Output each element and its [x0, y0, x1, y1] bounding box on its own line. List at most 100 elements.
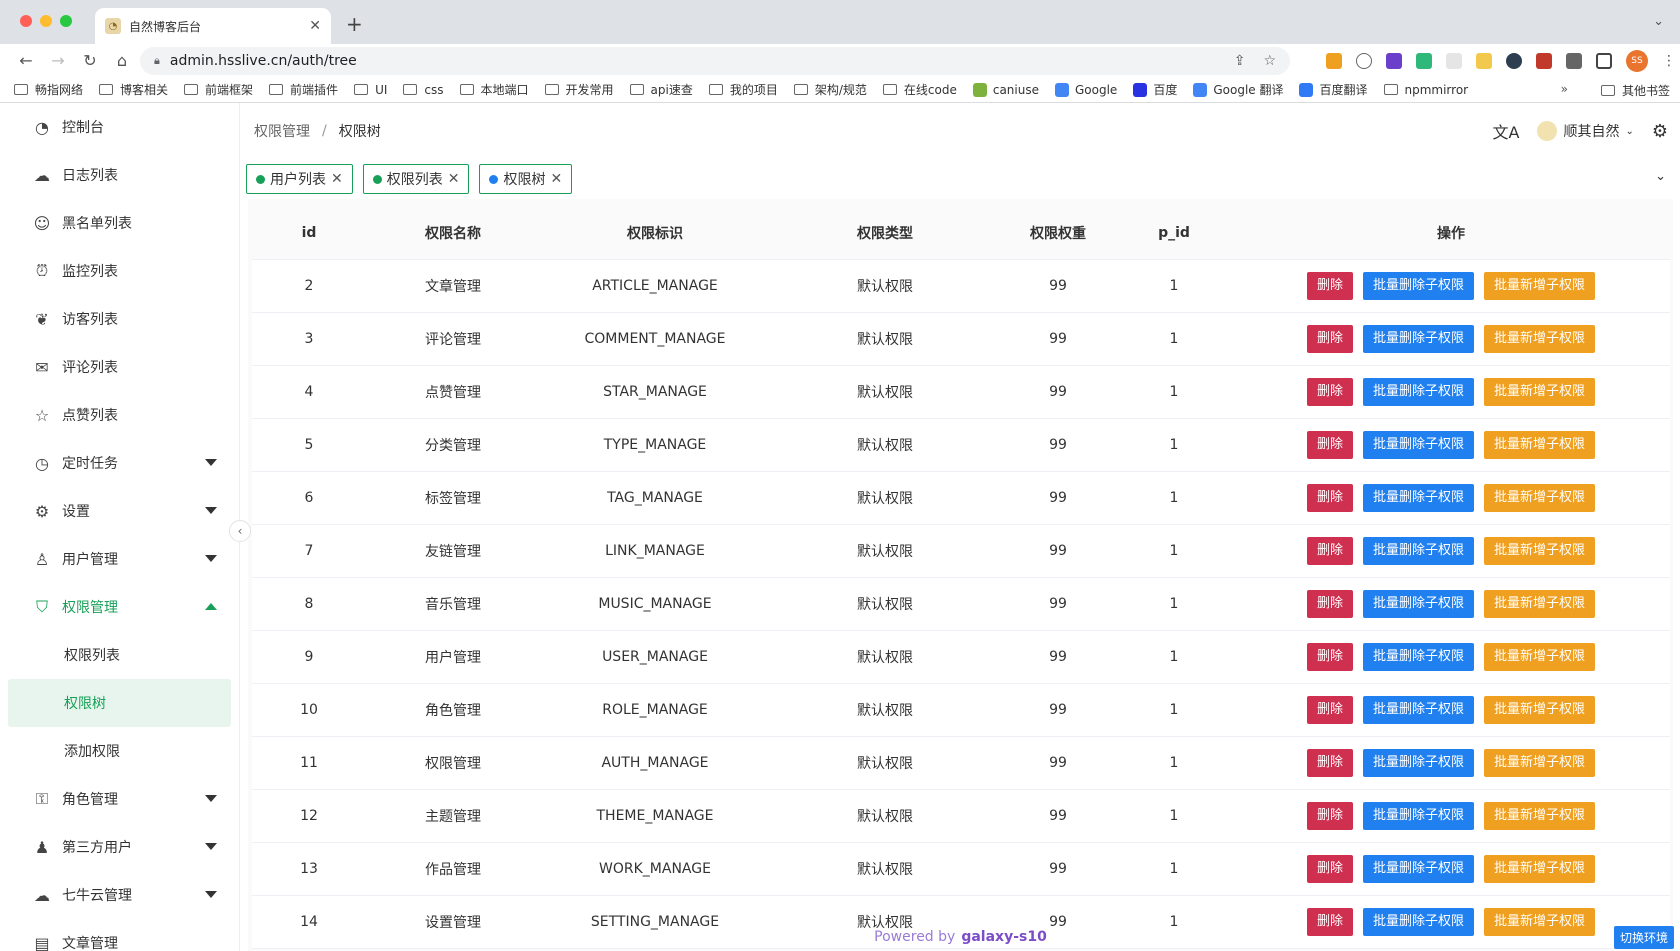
bookmark-item[interactable]: UI [354, 83, 387, 97]
bookmark-item[interactable]: 在线code [882, 81, 957, 98]
user-avatar[interactable] [1537, 121, 1558, 141]
bookmark-item[interactable]: api速查 [629, 81, 693, 98]
batch-delete-children-button[interactable]: 批量删除子权限 [1362, 642, 1474, 671]
chevron-down-icon[interactable]: ⌄ [1625, 126, 1633, 137]
bookmark-item[interactable]: 百度翻译 [1299, 81, 1368, 98]
sidebar-item[interactable]: ⚙ 设置 [0, 487, 239, 535]
batch-delete-children-button[interactable]: 批量删除子权限 [1362, 854, 1474, 883]
tag-item[interactable]: 权限树 ✕ [479, 164, 573, 194]
batch-delete-children-button[interactable]: 批量删除子权限 [1362, 748, 1474, 777]
forward-icon[interactable]: → [42, 51, 74, 70]
delete-button[interactable]: 删除 [1306, 430, 1353, 459]
tags-dropdown-icon[interactable]: ⌄ [1655, 169, 1666, 184]
sidebar-item[interactable]: ◔ 控制台 [0, 103, 239, 151]
batch-add-children-button[interactable]: 批量新增子权限 [1484, 589, 1596, 618]
batch-add-children-button[interactable]: 批量新增子权限 [1484, 801, 1596, 830]
bookmark-label[interactable]: css [424, 83, 443, 97]
url-text[interactable]: admin.hsslive.cn/auth/tree [170, 53, 357, 69]
batch-delete-children-button[interactable]: 批量删除子权限 [1362, 377, 1474, 406]
puzzle-icon[interactable] [1566, 53, 1582, 69]
user-menu[interactable]: 顺其自然 ⌄ [1537, 121, 1634, 141]
delete-button[interactable]: 删除 [1306, 589, 1353, 618]
bookmark-label[interactable]: 畅指网络 [35, 81, 83, 98]
batch-add-children-button[interactable]: 批量新增子权限 [1484, 430, 1596, 459]
address-bar[interactable]: 🔒︎ admin.hsslive.cn/auth/tree ⇪ ☆ [140, 47, 1290, 75]
bookmark-item[interactable]: 前端插件 [269, 81, 338, 98]
batch-add-children-button[interactable]: 批量新增子权限 [1484, 377, 1596, 406]
other-bookmarks[interactable]: 其他书签 [1600, 82, 1670, 99]
delete-button[interactable]: 删除 [1306, 801, 1353, 830]
extension-icon[interactable] [1476, 53, 1492, 69]
bookmark-label[interactable]: 开发常用 [566, 81, 614, 98]
sidebar-item[interactable]: ⛉ 权限管理 [0, 583, 239, 631]
batch-add-children-button[interactable]: 批量新增子权限 [1484, 642, 1596, 671]
browser-tab[interactable]: ◔ 自然博客后台 ✕ [95, 8, 331, 44]
other-bookmarks-label[interactable]: 其他书签 [1622, 82, 1670, 99]
bookmark-item[interactable]: npmmirror [1383, 83, 1468, 97]
delete-button[interactable]: 删除 [1306, 695, 1353, 724]
home-icon[interactable]: ⌂ [106, 51, 138, 70]
bookmark-item[interactable]: 博客相关 [99, 81, 168, 98]
extension-icon[interactable] [1386, 53, 1402, 69]
delete-button[interactable]: 删除 [1306, 642, 1353, 671]
bookmark-item[interactable]: 我的项目 [708, 81, 778, 98]
batch-delete-children-button[interactable]: 批量删除子权限 [1362, 483, 1474, 512]
tag-close-icon[interactable]: ✕ [448, 171, 460, 187]
bookmark-item[interactable]: 本地端口 [459, 81, 529, 98]
minimize-window-icon[interactable] [40, 15, 52, 27]
tag-item[interactable]: 权限列表 ✕ [362, 164, 470, 194]
bookmark-item[interactable]: 开发常用 [544, 81, 614, 98]
lock-icon[interactable]: 🔒︎ [154, 54, 160, 68]
sidebar-item[interactable]: ☺ 黑名单列表 [0, 199, 239, 247]
sidebar-subitem[interactable]: 添加权限 [0, 727, 239, 775]
sidebar-item[interactable]: ♟ 第三方用户 [0, 823, 239, 871]
sidebar-item[interactable]: ✉ 评论列表 [0, 343, 239, 391]
bookmark-label[interactable]: Google [1075, 83, 1117, 97]
batch-delete-children-button[interactable]: 批量删除子权限 [1362, 801, 1474, 830]
batch-add-children-button[interactable]: 批量新增子权限 [1484, 324, 1596, 353]
bookmark-item[interactable]: Google [1055, 82, 1117, 97]
bookmark-label[interactable]: 架构/规范 [815, 81, 867, 98]
tag-close-icon[interactable]: ✕ [550, 171, 562, 187]
tag-close-icon[interactable]: ✕ [331, 171, 343, 187]
switch-env-button[interactable]: 切换环境 [1613, 926, 1674, 949]
extension-icon[interactable] [1446, 53, 1462, 69]
profile-avatar[interactable]: SS [1626, 50, 1648, 72]
window-controls[interactable] [20, 15, 72, 27]
maximize-window-icon[interactable] [60, 15, 72, 27]
delete-button[interactable]: 删除 [1306, 271, 1353, 300]
bookmark-label[interactable]: UI [375, 83, 387, 97]
delete-button[interactable]: 删除 [1306, 536, 1353, 565]
batch-add-children-button[interactable]: 批量新增子权限 [1484, 483, 1596, 512]
extension-icon[interactable] [1326, 53, 1342, 69]
bookmark-label[interactable]: 百度翻译 [1319, 81, 1367, 98]
share-icon[interactable]: ⇪ [1234, 53, 1246, 69]
bookmarks-overflow-icon[interactable]: » [1561, 82, 1568, 96]
settings-gear-icon[interactable]: ⚙ [1652, 121, 1668, 142]
sidebar-item[interactable]: ❦ 访客列表 [0, 295, 239, 343]
batch-add-children-button[interactable]: 批量新增子权限 [1484, 695, 1596, 724]
batch-add-children-button[interactable]: 批量新增子权限 [1484, 748, 1596, 777]
bookmark-label[interactable]: 我的项目 [730, 81, 778, 98]
bookmark-item[interactable]: 百度 [1133, 81, 1177, 98]
bookmark-label[interactable]: caniuse [993, 83, 1039, 97]
bookmark-item[interactable]: 前端框架 [184, 81, 253, 98]
sidebar-item[interactable]: ⚿ 角色管理 [0, 775, 239, 823]
batch-delete-children-button[interactable]: 批量删除子权限 [1362, 589, 1474, 618]
sidebar-subitem[interactable]: 权限列表 [0, 631, 239, 679]
bookmark-label[interactable]: Google 翻译 [1213, 81, 1283, 98]
username[interactable]: 顺其自然 [1563, 121, 1619, 141]
bookmark-star-icon[interactable]: ☆ [1263, 53, 1276, 69]
reload-icon[interactable]: ↻ [74, 51, 106, 70]
bookmark-label[interactable]: 前端插件 [290, 81, 338, 98]
delete-button[interactable]: 删除 [1306, 854, 1353, 883]
bookmark-item[interactable]: 畅指网络 [14, 81, 83, 98]
tab-search-icon[interactable]: ⌄ [1653, 14, 1664, 29]
collapse-sidebar-icon[interactable]: ‹ [229, 520, 251, 542]
delete-button[interactable]: 删除 [1306, 324, 1353, 353]
sidebar-item[interactable]: ◷ 定时任务 [0, 439, 239, 487]
breadcrumb-parent[interactable]: 权限管理 [254, 121, 310, 141]
bookmark-item[interactable]: Google 翻译 [1193, 81, 1283, 98]
sidebar-item[interactable]: ☁ 七牛云管理 [0, 871, 239, 919]
vue-devtools-icon[interactable] [1416, 53, 1432, 69]
